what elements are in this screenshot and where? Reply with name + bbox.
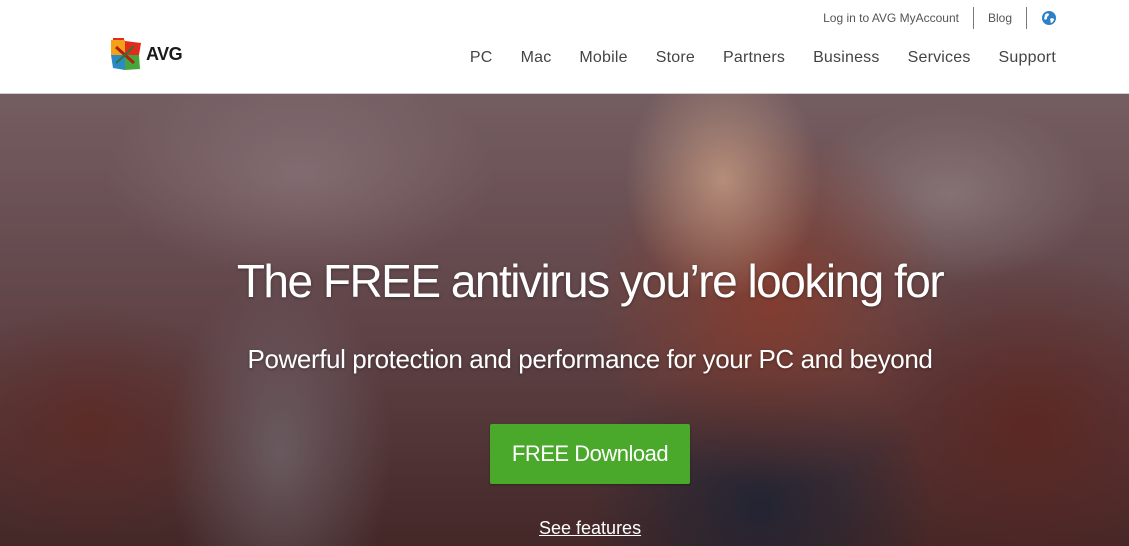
nav-item-services[interactable]: Services (908, 49, 971, 67)
utility-links: Log in to AVG MyAccount Blog (809, 6, 1057, 30)
nav-item-pc[interactable]: PC (470, 49, 493, 67)
nav-item-store[interactable]: Store (656, 49, 695, 67)
hero-banner: The FREE antivirus you’re looking for Po… (0, 94, 1129, 546)
avg-logo-icon (111, 38, 141, 70)
nav-item-mobile[interactable]: Mobile (579, 49, 627, 67)
nav-item-partners[interactable]: Partners (723, 49, 785, 67)
divider (1026, 7, 1027, 29)
see-features-link[interactable]: See features (539, 518, 641, 539)
hero-title: The FREE antivirus you’re looking for (236, 255, 945, 307)
brand-name: AVG (146, 44, 183, 64)
blog-link[interactable]: Blog (974, 11, 1026, 25)
main-navigation: PC Mac Mobile Store Partners Business Se… (442, 49, 1056, 67)
site-header: AVG Log in to AVG MyAccount Blog PC Mac … (0, 0, 1129, 94)
free-download-button[interactable]: FREE Download (490, 424, 690, 484)
login-link[interactable]: Log in to AVG MyAccount (809, 11, 973, 25)
nav-item-support[interactable]: Support (999, 49, 1056, 67)
globe-icon[interactable] (1041, 10, 1057, 26)
nav-item-business[interactable]: Business (813, 49, 880, 67)
hero-subtitle: Powerful protection and performance for … (247, 344, 933, 374)
avg-logo[interactable]: AVG (110, 36, 194, 72)
nav-item-mac[interactable]: Mac (521, 49, 552, 67)
